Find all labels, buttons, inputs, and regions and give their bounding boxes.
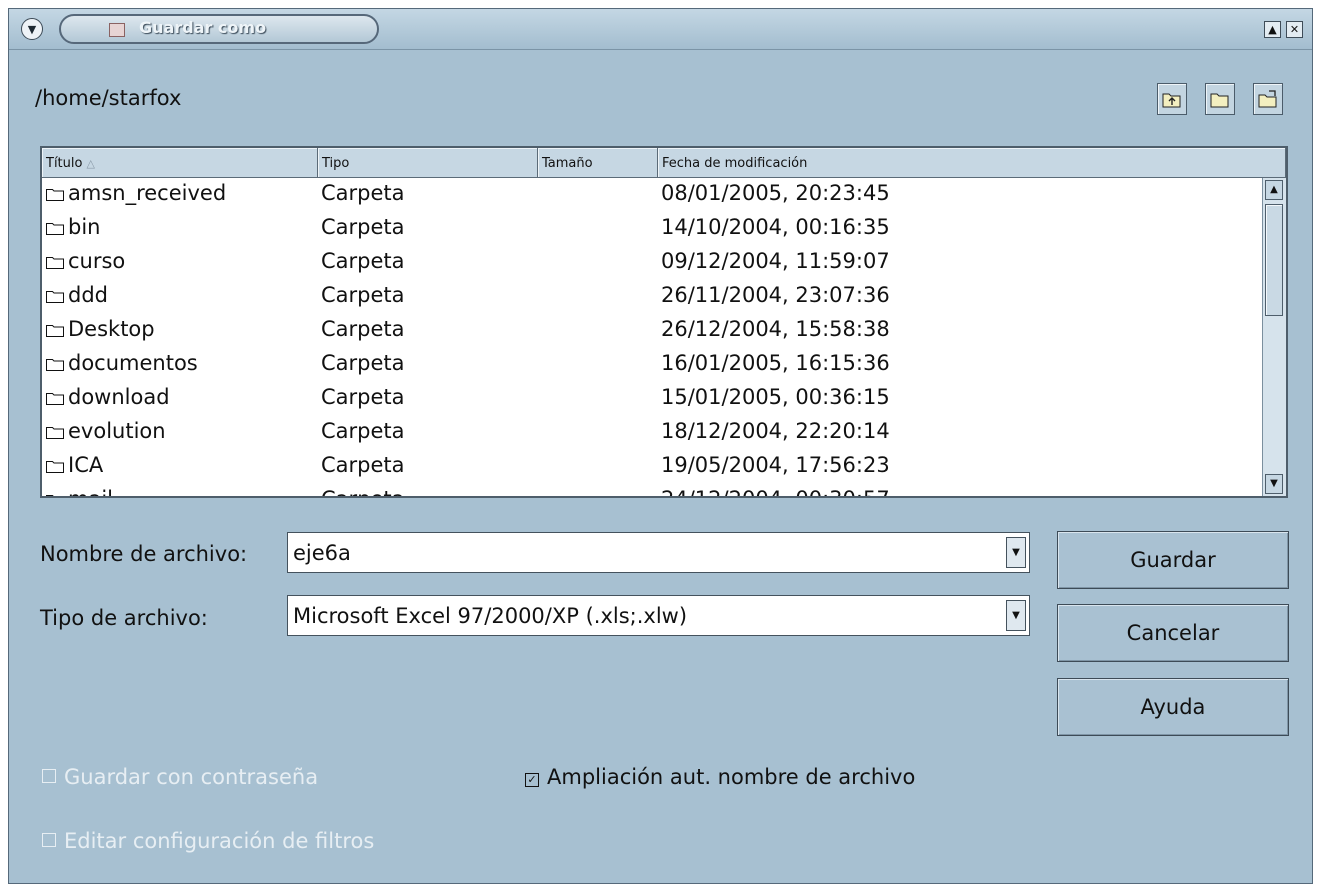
table-row[interactable]: download Carpeta 15/01/2005, 00:36:15	[42, 382, 1262, 416]
cancel-button[interactable]: Cancelar	[1057, 604, 1289, 662]
title-pill: Guardar como	[59, 14, 379, 44]
folder-up-button[interactable]	[1157, 83, 1187, 115]
list-header: Título △ Tipo Tamaño Fecha de modificació…	[42, 148, 1286, 178]
folder-view-icon	[1258, 90, 1277, 108]
new-folder-button[interactable]	[1205, 83, 1235, 115]
table-row[interactable]: ICA Carpeta 19/05/2004, 17:56:23	[42, 450, 1262, 484]
file-type: Carpeta	[321, 181, 405, 205]
table-row[interactable]: Desktop Carpeta 26/12/2004, 15:58:38	[42, 314, 1262, 348]
close-button[interactable]: ✕	[1286, 21, 1303, 38]
filetype-select[interactable]: Microsoft Excel 97/2000/XP (.xls;.xlw)	[293, 604, 687, 628]
file-name: Desktop	[46, 317, 155, 341]
folder-icon	[46, 257, 64, 269]
table-row[interactable]: curso Carpeta 09/12/2004, 11:59:07	[42, 246, 1262, 280]
file-name: curso	[46, 249, 125, 273]
folder-up-icon	[1162, 93, 1181, 108]
app-icon	[109, 23, 125, 37]
file-type: Carpeta	[321, 385, 405, 409]
file-date: 26/12/2004, 15:58:38	[661, 317, 890, 341]
file-name: bin	[46, 215, 100, 239]
file-type: Carpeta	[321, 419, 405, 443]
folder-icon	[46, 223, 64, 235]
column-header-type[interactable]: Tipo	[318, 148, 538, 178]
chevron-down-icon: ▼	[27, 22, 37, 36]
vertical-scrollbar[interactable]: ▲ ▼	[1262, 178, 1286, 496]
save-button[interactable]: Guardar	[1057, 531, 1289, 589]
file-type: Carpeta	[321, 283, 405, 307]
column-header-date[interactable]: Fecha de modificación	[658, 148, 1286, 178]
new-folder-icon	[1210, 93, 1229, 108]
filename-input[interactable]: eje6a	[293, 541, 351, 565]
filename-combo[interactable]: eje6a ▼	[287, 532, 1030, 573]
file-name: download	[46, 385, 170, 409]
checkbox-icon	[42, 769, 56, 783]
folder-icon	[46, 461, 64, 473]
file-type: Carpeta	[321, 317, 405, 341]
help-button[interactable]: Ayuda	[1057, 678, 1289, 736]
file-date: 08/01/2005, 20:23:45	[661, 181, 890, 205]
folder-icon	[46, 291, 64, 303]
file-date: 09/12/2004, 11:59:07	[661, 249, 890, 273]
folder-view-button[interactable]	[1253, 83, 1283, 115]
file-date: 26/11/2004, 23:07:36	[661, 283, 890, 307]
column-header-size[interactable]: Tamaño	[538, 148, 658, 178]
filetype-dropdown-button[interactable]: ▼	[1006, 600, 1026, 631]
shade-icon: ▲	[1268, 23, 1277, 36]
file-type: Carpeta	[321, 351, 405, 375]
folder-icon	[46, 359, 64, 371]
file-type: Carpeta	[321, 215, 405, 239]
scroll-down-button[interactable]: ▼	[1265, 474, 1283, 494]
close-icon: ✕	[1289, 23, 1300, 36]
table-row[interactable]: ddd Carpeta 26/11/2004, 23:07:36	[42, 280, 1262, 314]
window-title: Guardar como	[139, 18, 267, 37]
file-date: 24/12/2004, 00:30:57	[661, 487, 890, 496]
table-row[interactable]: bin Carpeta 14/10/2004, 00:16:35	[42, 212, 1262, 246]
chevron-down-icon: ▼	[1012, 610, 1020, 621]
current-path: /home/starfox	[35, 86, 182, 110]
file-date: 18/12/2004, 22:20:14	[661, 419, 890, 443]
scroll-up-button[interactable]: ▲	[1265, 180, 1283, 200]
file-name: documentos	[46, 351, 198, 375]
file-name: ICA	[46, 453, 103, 477]
table-row[interactable]: mail Carpeta 24/12/2004, 00:30:57	[42, 484, 1262, 496]
file-name: ddd	[46, 283, 108, 307]
file-list[interactable]: Título △ Tipo Tamaño Fecha de modificació…	[40, 146, 1288, 498]
table-row[interactable]: documentos Carpeta 16/01/2005, 16:15:36	[42, 348, 1262, 382]
file-date: 15/01/2005, 00:36:15	[661, 385, 890, 409]
folder-icon	[46, 393, 64, 405]
save-with-password-checkbox[interactable]: Guardar con contraseña	[42, 765, 318, 789]
folder-icon	[46, 189, 64, 201]
chevron-down-icon: ▼	[1012, 547, 1020, 558]
filename-dropdown-button[interactable]: ▼	[1006, 537, 1026, 568]
shade-button[interactable]: ▲	[1264, 21, 1281, 38]
filename-label: Nombre de archivo:	[40, 542, 248, 566]
filetype-label: Tipo de archivo:	[40, 606, 208, 630]
folder-icon	[46, 495, 54, 496]
file-type: Carpeta	[321, 487, 405, 496]
file-name: amsn_received	[46, 181, 226, 205]
file-name: evolution	[46, 419, 166, 443]
file-rows: amsn_received Carpeta 08/01/2005, 20:23:45…	[42, 178, 1262, 496]
save-as-dialog: ▼ Guardar como ▲ ✕ /home/starfox Título △…	[8, 8, 1313, 884]
scroll-thumb[interactable]	[1265, 204, 1283, 316]
table-row[interactable]: evolution Carpeta 18/12/2004, 22:20:14	[42, 416, 1262, 450]
file-name: mail	[46, 487, 113, 496]
checkbox-icon	[42, 833, 56, 847]
folder-icon	[46, 325, 64, 337]
filetype-combo[interactable]: Microsoft Excel 97/2000/XP (.xls;.xlw) ▼	[287, 595, 1030, 636]
file-date: 14/10/2004, 00:16:35	[661, 215, 890, 239]
title-bar: ▼ Guardar como ▲ ✕	[9, 9, 1312, 50]
table-row[interactable]: amsn_received Carpeta 08/01/2005, 20:23:45	[42, 178, 1262, 212]
file-date: 16/01/2005, 16:15:36	[661, 351, 890, 375]
file-date: 19/05/2004, 17:56:23	[661, 453, 890, 477]
sort-ascending-icon: △	[86, 157, 95, 170]
checkbox-checked-icon: ✓	[525, 773, 539, 787]
auto-extension-checkbox[interactable]: ✓ Ampliación aut. nombre de archivo	[525, 765, 915, 789]
edit-filter-settings-checkbox[interactable]: Editar configuración de filtros	[42, 829, 374, 853]
file-type: Carpeta	[321, 453, 405, 477]
folder-icon	[46, 427, 64, 439]
column-header-title[interactable]: Título △	[42, 148, 318, 178]
window-menu-button[interactable]: ▼	[21, 18, 43, 40]
file-type: Carpeta	[321, 249, 405, 273]
